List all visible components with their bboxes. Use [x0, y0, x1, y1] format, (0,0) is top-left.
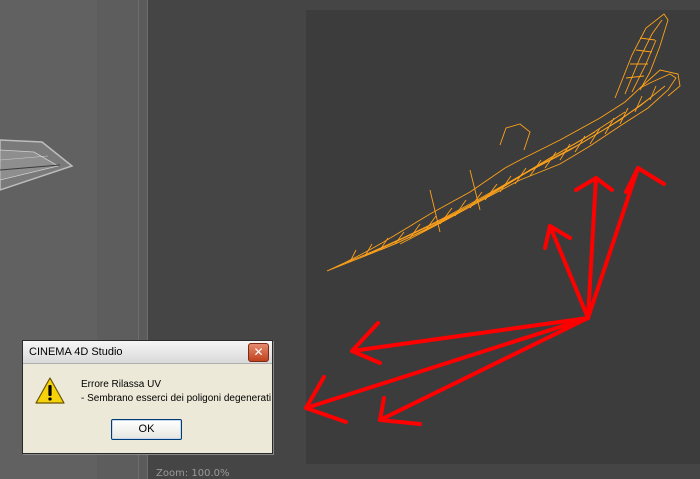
- dialog-title: CINEMA 4D Studio: [29, 346, 123, 358]
- ok-button[interactable]: OK: [111, 419, 182, 440]
- dialog-titlebar[interactable]: CINEMA 4D Studio ✕: [23, 341, 272, 364]
- error-message-title: Errore Rilassa UV: [81, 379, 162, 390]
- viewport-object: [0, 139, 74, 191]
- annotation-arrows: [304, 166, 666, 426]
- warning-icon: [35, 377, 65, 404]
- close-icon: ✕: [253, 345, 264, 359]
- error-dialog[interactable]: CINEMA 4D Studio ✕ Errore Rilassa UV - S…: [22, 340, 273, 454]
- uv-wireframe-mesh: [326, 13, 681, 272]
- error-message-detail: - Sembrano esserci dei poligoni degenera…: [81, 393, 272, 404]
- close-button[interactable]: ✕: [248, 343, 269, 362]
